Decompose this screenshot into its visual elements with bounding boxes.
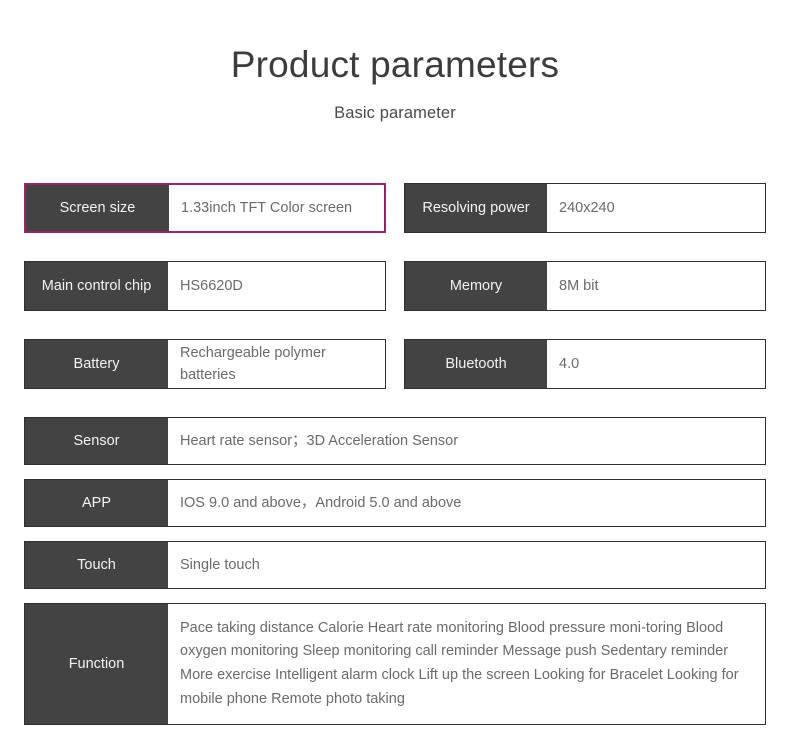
page-title: Product parameters bbox=[230, 44, 560, 85]
spec-row-app[interactable]: APP IOS 9.0 and above，Android 5.0 and ab… bbox=[24, 479, 766, 527]
spec-label-memory: Memory bbox=[405, 262, 547, 310]
spec-label-touch: Touch bbox=[25, 542, 168, 588]
spec-row-resolving-power[interactable]: Resolving power 240x240 bbox=[404, 183, 766, 233]
spec-row-main-control-chip[interactable]: Main control chip HS6620D bbox=[24, 261, 386, 311]
spec-value-screen-size: 1.33inch TFT Color screen bbox=[169, 185, 384, 231]
spec-row-bluetooth[interactable]: Bluetooth 4.0 bbox=[404, 339, 766, 389]
spec-row-sensor[interactable]: Sensor Heart rate sensor；3D Acceleration… bbox=[24, 417, 766, 465]
spec-value-battery-text: Rechargeable polymer batteries bbox=[180, 344, 326, 383]
spec-row-function[interactable]: Function Pace taking distance Calorie He… bbox=[24, 603, 766, 725]
spec-value-app: IOS 9.0 and above，Android 5.0 and above bbox=[168, 480, 765, 526]
spec-value-bluetooth: 4.0 bbox=[547, 340, 765, 388]
spec-row-battery[interactable]: Battery Rechargeable polymer batteries bbox=[24, 339, 386, 389]
product-parameters-page: Product parameters Basic parameter Scree… bbox=[0, 0, 790, 730]
spec-label-sensor: Sensor bbox=[25, 418, 168, 464]
spec-row-group-1: Screen size 1.33inch TFT Color screen Re… bbox=[24, 183, 766, 247]
spec-row-group-3: Battery Rechargeable polymer batteries B… bbox=[24, 339, 766, 403]
page-header: Product parameters Basic parameter bbox=[0, 0, 790, 123]
spec-label-main-control-chip: Main control chip bbox=[25, 262, 168, 310]
spec-value-resolving-power: 240x240 bbox=[547, 184, 765, 232]
specifications-table: Screen size 1.33inch TFT Color screen Re… bbox=[24, 183, 766, 725]
spec-row-screen-size[interactable]: Screen size 1.33inch TFT Color screen bbox=[24, 183, 386, 233]
spec-label-bluetooth: Bluetooth bbox=[405, 340, 547, 388]
spec-row-group-2: Main control chip HS6620D Memory 8M bit bbox=[24, 261, 766, 325]
spec-row-touch[interactable]: Touch Single touch bbox=[24, 541, 766, 589]
spec-label-battery: Battery bbox=[25, 340, 168, 388]
spec-label-function: Function bbox=[25, 604, 168, 724]
spec-label-resolving-power: Resolving power bbox=[405, 184, 547, 232]
spec-value-sensor: Heart rate sensor；3D Acceleration Sensor bbox=[168, 418, 765, 464]
spec-value-memory: 8M bit bbox=[547, 262, 765, 310]
page-subtitle: Basic parameter bbox=[334, 104, 456, 123]
spec-value-function: Pace taking distance Calorie Heart rate … bbox=[168, 604, 765, 724]
spec-value-battery: Rechargeable polymer batteries bbox=[168, 340, 385, 388]
spec-value-touch: Single touch bbox=[168, 542, 765, 588]
spec-value-main-control-chip: HS6620D bbox=[168, 262, 385, 310]
spec-label-app: APP bbox=[25, 480, 168, 526]
spec-row-memory[interactable]: Memory 8M bit bbox=[404, 261, 766, 311]
spec-label-screen-size: Screen size bbox=[26, 185, 169, 231]
